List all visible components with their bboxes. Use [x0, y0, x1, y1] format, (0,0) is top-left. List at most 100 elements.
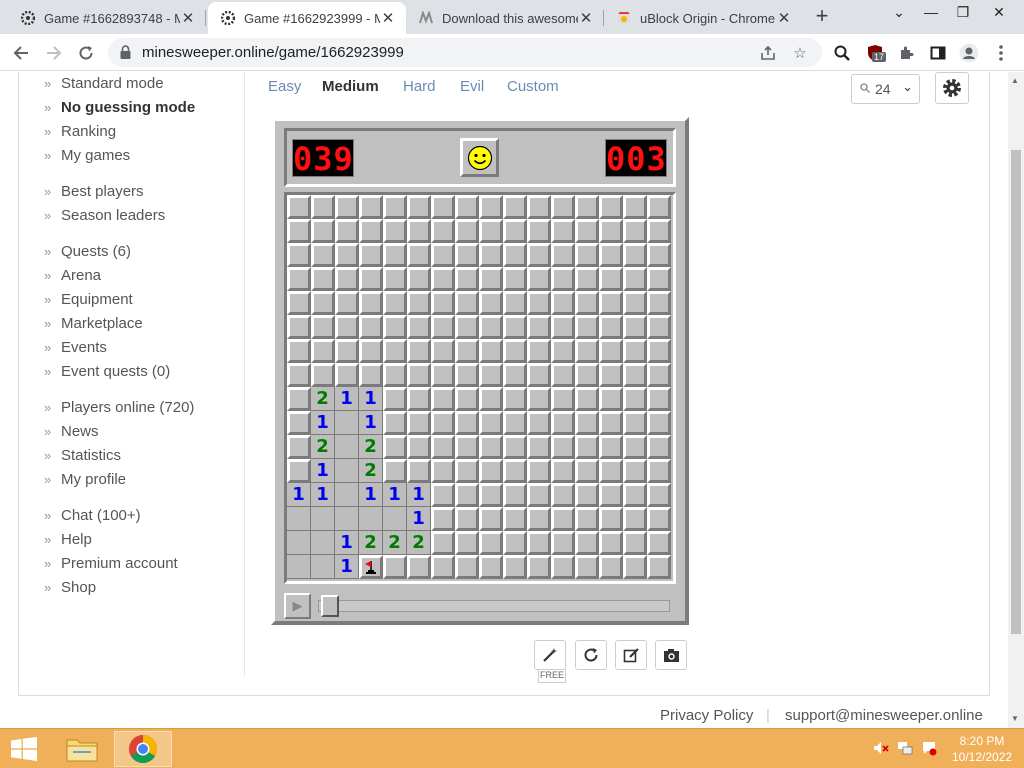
closed-cell[interactable]: [623, 531, 647, 555]
screenshot-button[interactable]: [655, 640, 687, 670]
closed-cell[interactable]: [527, 195, 551, 219]
closed-cell[interactable]: [407, 195, 431, 219]
closed-cell[interactable]: [359, 315, 383, 339]
closed-cell[interactable]: [623, 219, 647, 243]
ublock-extension-icon[interactable]: 17: [864, 42, 887, 64]
closed-cell[interactable]: [407, 315, 431, 339]
closed-cell[interactable]: [359, 339, 383, 363]
closed-cell[interactable]: [359, 363, 383, 387]
number-cell[interactable]: 1: [359, 387, 383, 411]
closed-cell[interactable]: [431, 555, 455, 579]
closed-cell[interactable]: [623, 507, 647, 531]
closed-cell[interactable]: [551, 291, 575, 315]
closed-cell[interactable]: [503, 435, 527, 459]
closed-cell[interactable]: [575, 267, 599, 291]
closed-cell[interactable]: [455, 219, 479, 243]
tab-download[interactable]: Download this awesome ✕: [406, 2, 604, 34]
closed-cell[interactable]: [599, 363, 623, 387]
closed-cell[interactable]: [503, 339, 527, 363]
open-cell[interactable]: [287, 507, 311, 531]
closed-cell[interactable]: [479, 483, 503, 507]
closed-cell[interactable]: [503, 315, 527, 339]
closed-cell[interactable]: [551, 219, 575, 243]
closed-cell[interactable]: [599, 459, 623, 483]
closed-cell[interactable]: [527, 291, 551, 315]
closed-cell[interactable]: [407, 363, 431, 387]
closed-cell[interactable]: [479, 459, 503, 483]
hint-wand-button[interactable]: [534, 640, 566, 670]
forward-arrow-icon[interactable]: [41, 40, 67, 66]
closed-cell[interactable]: [311, 219, 335, 243]
closed-cell[interactable]: [503, 195, 527, 219]
closed-cell[interactable]: [479, 267, 503, 291]
closed-cell[interactable]: [623, 243, 647, 267]
closed-cell[interactable]: [479, 339, 503, 363]
closed-cell[interactable]: [455, 507, 479, 531]
closed-cell[interactable]: [431, 195, 455, 219]
closed-cell[interactable]: [407, 243, 431, 267]
open-cell[interactable]: [335, 459, 359, 483]
closed-cell[interactable]: [575, 483, 599, 507]
closed-cell[interactable]: [383, 435, 407, 459]
closed-cell[interactable]: [551, 459, 575, 483]
close-tab-icon[interactable]: ✕: [776, 9, 792, 27]
closed-cell[interactable]: [551, 435, 575, 459]
closed-cell[interactable]: [407, 387, 431, 411]
closed-cell[interactable]: [503, 531, 527, 555]
volume-muted-icon[interactable]: [873, 740, 889, 756]
closed-cell[interactable]: [503, 291, 527, 315]
closed-cell[interactable]: [551, 387, 575, 411]
profile-avatar-icon[interactable]: [958, 42, 980, 64]
sidebar-item[interactable]: » Event quests (0): [44, 363, 170, 380]
sidebar-item[interactable]: » Chat (100+): [44, 507, 141, 524]
closed-cell[interactable]: [431, 243, 455, 267]
closed-cell[interactable]: [407, 459, 431, 483]
close-tab-icon[interactable]: ✕: [180, 9, 196, 27]
file-explorer-icon[interactable]: [58, 731, 106, 767]
closed-cell[interactable]: [455, 411, 479, 435]
closed-cell[interactable]: [647, 291, 671, 315]
closed-cell[interactable]: [287, 195, 311, 219]
closed-cell[interactable]: [599, 411, 623, 435]
number-cell[interactable]: 1: [335, 555, 359, 579]
closed-cell[interactable]: [455, 435, 479, 459]
open-cell[interactable]: [311, 555, 335, 579]
closed-cell[interactable]: [335, 315, 359, 339]
closed-cell[interactable]: [455, 195, 479, 219]
closed-cell[interactable]: [527, 531, 551, 555]
closed-cell[interactable]: [647, 435, 671, 459]
closed-cell[interactable]: [407, 291, 431, 315]
closed-cell[interactable]: [383, 411, 407, 435]
closed-cell[interactable]: [455, 243, 479, 267]
chrome-taskbar-icon[interactable]: [114, 731, 172, 767]
closed-cell[interactable]: [575, 435, 599, 459]
closed-cell[interactable]: [647, 339, 671, 363]
new-tab-button[interactable]: +: [810, 5, 834, 29]
closed-cell[interactable]: [311, 339, 335, 363]
number-cell[interactable]: 1: [359, 483, 383, 507]
closed-cell[interactable]: [599, 195, 623, 219]
closed-cell[interactable]: [431, 507, 455, 531]
number-cell[interactable]: 1: [287, 483, 311, 507]
closed-cell[interactable]: [383, 219, 407, 243]
closed-cell[interactable]: [623, 339, 647, 363]
closed-cell[interactable]: [551, 315, 575, 339]
level-medium[interactable]: Medium: [322, 78, 379, 95]
closed-cell[interactable]: [503, 387, 527, 411]
open-cell[interactable]: [287, 555, 311, 579]
close-window-button[interactable]: ✕: [984, 4, 1014, 21]
sidebar-item[interactable]: » News: [44, 423, 99, 440]
closed-cell[interactable]: [479, 555, 503, 579]
closed-cell[interactable]: [335, 195, 359, 219]
closed-cell[interactable]: [647, 267, 671, 291]
closed-cell[interactable]: [431, 483, 455, 507]
sidebar-item[interactable]: » Season leaders: [44, 207, 165, 224]
number-cell[interactable]: 1: [359, 411, 383, 435]
open-cell[interactable]: [335, 435, 359, 459]
closed-cell[interactable]: [479, 435, 503, 459]
zoom-select[interactable]: 24 ⌄: [851, 74, 920, 104]
search-lens-icon[interactable]: [831, 42, 853, 64]
closed-cell[interactable]: [647, 219, 671, 243]
closed-cell[interactable]: [383, 387, 407, 411]
closed-cell[interactable]: [527, 219, 551, 243]
